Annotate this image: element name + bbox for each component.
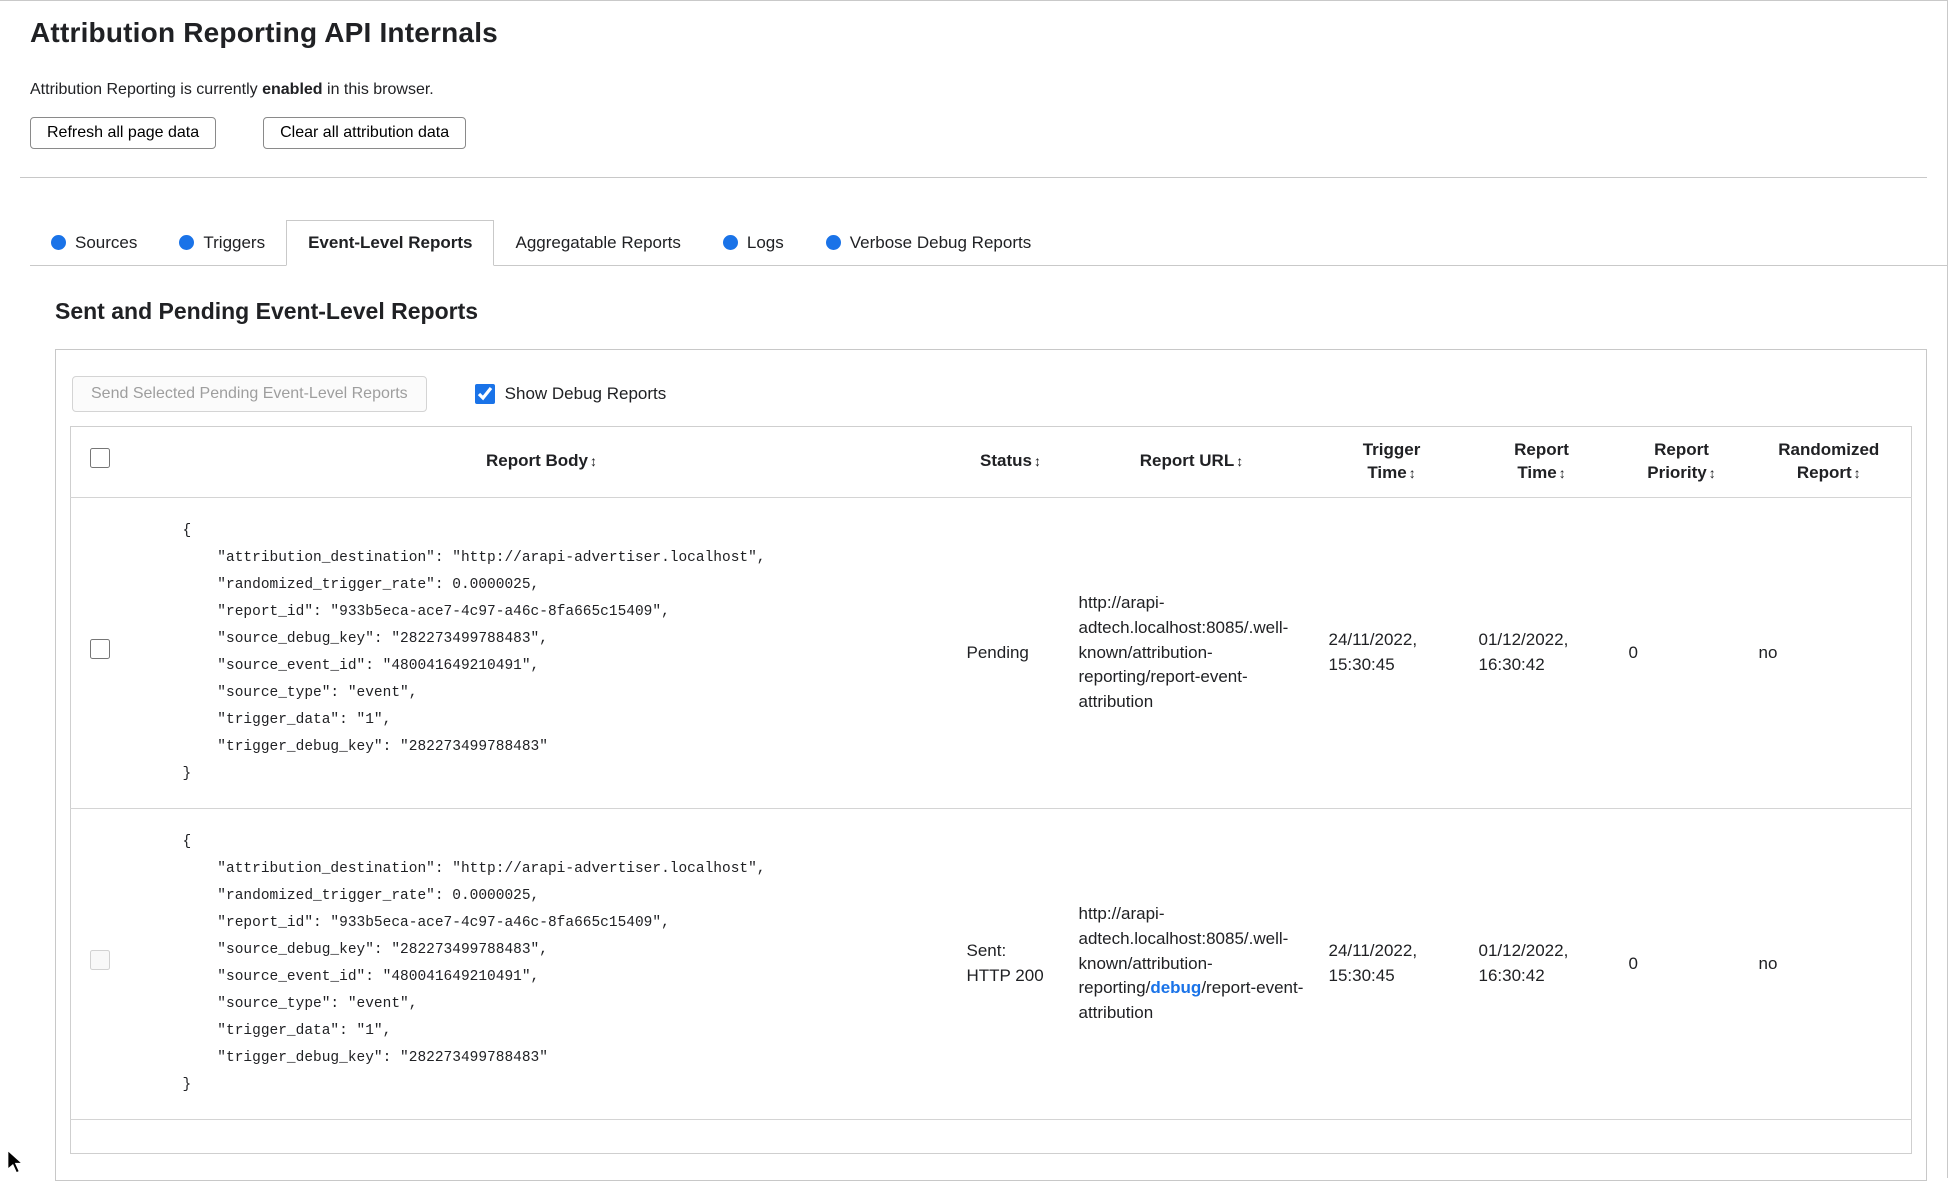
sort-icon: ↕	[590, 453, 597, 470]
mouse-cursor-icon	[7, 1149, 24, 1174]
randomized-report: no	[1758, 642, 1778, 662]
event-level-reports-section: Sent and Pending Event-Level Reports Sen…	[55, 298, 1927, 1181]
header-label: Report URL	[1139, 451, 1235, 471]
divider	[20, 177, 1927, 178]
debug-url-highlight: debug	[1150, 978, 1202, 998]
report-url: http://arapi-adtech.localhost:8085/.well…	[1067, 497, 1317, 808]
col-header-randomized-report[interactable]: Randomized Report ↕	[1747, 427, 1912, 498]
status-enabled-text: enabled	[262, 81, 323, 98]
attribution-internals-page: Attribution Reporting API Internals Attr…	[0, 0, 1948, 1181]
section-heading: Sent and Pending Event-Level Reports	[55, 298, 479, 324]
triggers-activity-dot-icon	[179, 235, 195, 250]
tab-verbose-debug-reports[interactable]: Verbose Debug Reports	[805, 220, 1052, 265]
header-label: Status	[980, 451, 1032, 471]
tab-label: Triggers	[203, 232, 266, 252]
tab-label: Event-Level Reports	[308, 233, 473, 252]
show-debug-checkbox[interactable]	[474, 384, 495, 404]
report-body-cell: { "attribution_destination": "http://ara…	[129, 808, 955, 1119]
verbose-debug-activity-dot-icon	[825, 235, 841, 250]
event-level-reports-table: Report Body ↕ Status ↕ Report URL ↕ Trigger…	[70, 426, 1912, 1154]
row-select-checkbox[interactable]	[89, 639, 110, 660]
sort-icon: ↕	[1708, 464, 1716, 481]
show-debug-label: Show Debug Reports	[504, 384, 667, 403]
randomized-report: no	[1758, 953, 1778, 973]
show-debug-toggle[interactable]: Show Debug Reports	[474, 384, 667, 404]
col-header-report-time[interactable]: Report Time ↕	[1467, 427, 1617, 498]
reports-panel: Send Selected Pending Event-Level Report…	[55, 349, 1927, 1181]
report-status: Sent: HTTP 200	[966, 941, 1044, 985]
report-body-json: { "attribution_destination": "http://ara…	[182, 522, 766, 782]
sort-icon: ↕	[1853, 464, 1861, 481]
tab-aggregatable-reports[interactable]: Aggregatable Reports	[494, 220, 701, 265]
page-title: Attribution Reporting API Internals	[30, 17, 498, 48]
sort-icon: ↕	[1408, 464, 1416, 481]
header-label: Report Body	[486, 451, 588, 471]
row-checkbox-cell	[71, 497, 129, 808]
sort-icon: ↕	[1033, 453, 1041, 470]
report-url: http://arapi-adtech.localhost:8085/.well…	[1067, 808, 1317, 1119]
report-time: 01/12/2022, 16:30:42	[1478, 941, 1569, 985]
tab-label: Logs	[746, 232, 784, 252]
table-footer	[71, 1119, 1912, 1153]
header-label: Report Priority	[1647, 440, 1709, 482]
tab-triggers[interactable]: Triggers	[158, 220, 286, 265]
table-row-sent-report: { "attribution_destination": "http://ara…	[70, 808, 1912, 1119]
table-row-pending-report: { "attribution_destination": "http://ara…	[70, 497, 1912, 808]
report-url-prefix: http://arapi-adtech.localhost:8085/.well…	[1078, 593, 1289, 711]
tab-logs[interactable]: Logs	[702, 220, 805, 265]
header-label: Randomized Report	[1778, 440, 1880, 482]
table-footer-row	[70, 1119, 1912, 1153]
sort-icon: ↕	[1236, 453, 1244, 470]
refresh-all-button[interactable]: Refresh all page data	[30, 117, 217, 149]
sort-icon: ↕	[1558, 464, 1566, 481]
tab-event-level-reports[interactable]: Event-Level Reports	[286, 220, 495, 266]
sources-activity-dot-icon	[51, 235, 66, 250]
report-priority: 0	[1628, 642, 1638, 662]
select-all-checkbox[interactable]	[89, 448, 110, 469]
table-header-row: Report Body ↕ Status ↕ Report URL ↕ Trigger…	[71, 427, 1912, 498]
page-intro: Attribution Reporting API Internals Attr…	[0, 1, 1947, 149]
col-header-report-priority[interactable]: Report Priority ↕	[1617, 427, 1747, 498]
row-select-checkbox[interactable]	[89, 950, 110, 971]
top-buttons-row: Refresh all page data Clear all attribut…	[30, 117, 1917, 149]
tab-label: Aggregatable Reports	[515, 232, 681, 252]
status-prefix: Attribution Reporting is currently	[30, 81, 263, 98]
tab-label: Verbose Debug Reports	[849, 232, 1032, 252]
send-selected-button[interactable]: Send Selected Pending Event-Level Report…	[72, 376, 427, 412]
select-all-header-cell	[71, 427, 129, 498]
col-header-trigger-time[interactable]: Trigger Time ↕	[1317, 427, 1467, 498]
col-header-report-url[interactable]: Report URL ↕	[1067, 427, 1317, 498]
report-status: Pending	[966, 642, 1029, 662]
table-controls-row: Send Selected Pending Event-Level Report…	[72, 376, 1912, 412]
col-header-report-body[interactable]: Report Body ↕	[129, 427, 955, 498]
report-body-cell: { "attribution_destination": "http://ara…	[129, 497, 955, 808]
trigger-time: 24/11/2022, 15:30:45	[1328, 941, 1418, 985]
tab-label: Sources	[75, 232, 138, 252]
trigger-time: 24/11/2022, 15:30:45	[1328, 630, 1418, 674]
clear-all-button[interactable]: Clear all attribution data	[263, 117, 467, 149]
tab-bar: Sources Triggers Event-Level Reports Agg…	[30, 220, 1947, 266]
col-header-status[interactable]: Status ↕	[955, 427, 1067, 498]
status-line: Attribution Reporting is currently enabl…	[30, 81, 1917, 99]
tab-sources[interactable]: Sources	[30, 220, 158, 265]
report-body-json: { "attribution_destination": "http://ara…	[182, 833, 766, 1093]
report-priority: 0	[1628, 953, 1638, 973]
logs-activity-dot-icon	[722, 235, 738, 250]
report-time: 01/12/2022, 16:30:42	[1478, 630, 1569, 674]
row-checkbox-cell	[71, 808, 129, 1119]
status-suffix: in this browser.	[322, 81, 434, 98]
